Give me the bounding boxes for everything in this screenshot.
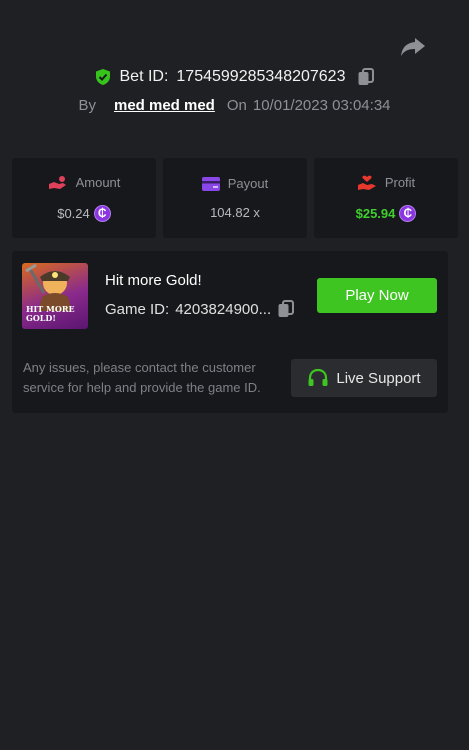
profit-stat: Profit $25.94 ₵ (314, 158, 458, 238)
bet-detail-page: Bet ID: 1754599285348207623 By med med m… (0, 0, 469, 750)
copy-icon[interactable] (357, 68, 375, 86)
bet-timestamp: 10/01/2023 03:04:34 (252, 97, 391, 114)
share-arrow-icon (401, 38, 425, 56)
share-button[interactable] (400, 36, 426, 58)
bet-id-value: 1754599285348207623 (176, 68, 346, 85)
coin-icon: ₵ (399, 204, 417, 222)
copy-icon[interactable] (277, 300, 295, 318)
profit-label: Profit (384, 175, 416, 190)
live-support-label: Live Support (336, 369, 421, 387)
game-title: Hit more Gold! (105, 272, 202, 289)
bet-id-row: Bet ID: 1754599285348207623 (0, 68, 469, 86)
payout-label: Payout (227, 176, 269, 191)
amount-stat: Amount $0.24 ₵ (12, 158, 156, 238)
game-thumbnail[interactable]: HIT MORE GOLD! (22, 263, 88, 329)
payout-value: 104.82 x (210, 205, 260, 220)
by-label: By (78, 97, 96, 114)
shield-check-icon (95, 69, 110, 85)
profit-value: $25.94 (355, 205, 396, 221)
headset-icon (308, 368, 328, 386)
coin-icon: ₵ (93, 204, 111, 222)
amount-label: Amount (75, 175, 121, 190)
hand-coin-icon (48, 175, 66, 189)
game-thumbnail-caption: HIT MORE GOLD! (26, 304, 75, 323)
on-label: On (226, 97, 247, 114)
bet-id-label: Bet ID: (119, 68, 169, 85)
payout-stat: Payout 104.82 x (163, 158, 307, 238)
game-card: HIT MORE GOLD! Hit more Gold! Game ID: 4… (12, 251, 448, 413)
game-id-value: 4203824900... (175, 300, 272, 318)
play-now-button[interactable]: Play Now (317, 278, 437, 313)
live-support-button[interactable]: Live Support (291, 359, 437, 397)
bet-meta-row: By med med med On 10/01/2023 03:04:34 (0, 97, 469, 114)
stats-row: Amount $0.24 ₵ Payout 104.82 x Profit $2… (12, 158, 458, 238)
amount-value: $0.24 (57, 205, 90, 221)
card-icon (201, 176, 220, 191)
game-id-label: Game ID: (105, 300, 170, 318)
game-id-row: Game ID: 4203824900... (105, 300, 295, 318)
support-help-text: Any issues, please contact the customer … (23, 360, 261, 395)
username-link[interactable]: med med med (114, 97, 215, 114)
hand-heart-icon (357, 175, 376, 190)
